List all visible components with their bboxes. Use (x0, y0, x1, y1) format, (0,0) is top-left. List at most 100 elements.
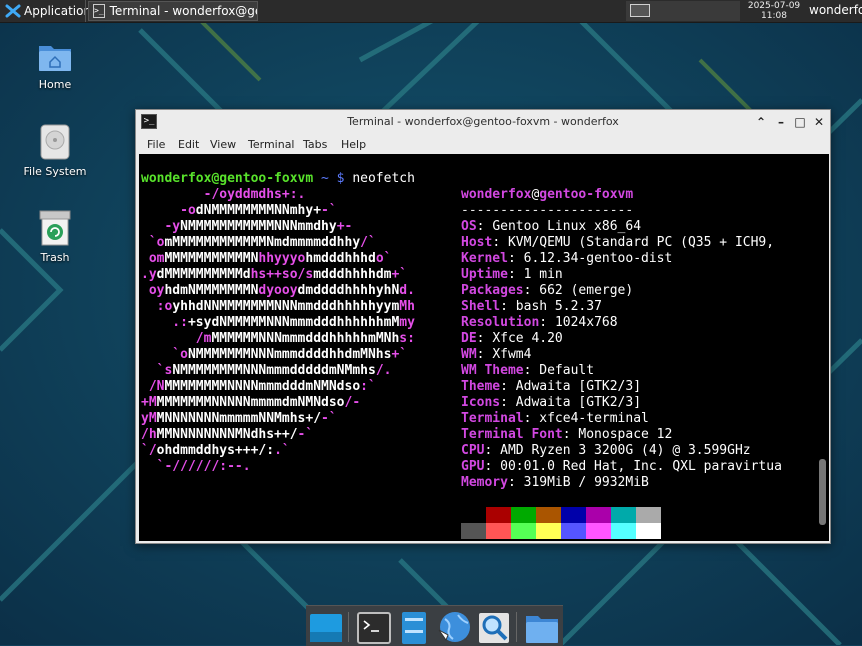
info-line: Packages: 662 (emerge) (461, 283, 633, 299)
prompt-user-host: wonderfox@gentoo-foxvm (141, 171, 314, 186)
info-value: Xfce 4.20 (492, 331, 563, 346)
logo-line: .:+sydNMMMMMNNNmmmdddhhhhhhmMmy (141, 315, 415, 331)
file-manager-icon (402, 612, 426, 644)
logo-segment: dmddddhhhhyhN (297, 283, 400, 298)
palette-swatch (536, 523, 561, 539)
dock-separator (348, 612, 349, 642)
menu-help[interactable]: Help (341, 138, 366, 151)
logo-segment: oy (141, 283, 165, 298)
chevron-up-icon[interactable]: ⌃ (753, 114, 769, 130)
info-key: Host (461, 235, 493, 250)
close-button[interactable]: ✕ (811, 114, 827, 130)
info-value: KVM/QEMU (Standard PC (Q35 + ICH9, (507, 235, 775, 250)
info-line: Memory: 319MiB / 9932MiB (461, 475, 649, 491)
dock-file-manager[interactable] (396, 610, 432, 646)
workspace-1[interactable] (630, 4, 650, 17)
logo-segment: +` (391, 347, 408, 362)
panel-separator (85, 0, 86, 22)
desktop-icon-home[interactable]: Home (10, 38, 100, 91)
workspace-switcher[interactable] (626, 1, 740, 21)
minimize-button[interactable]: – (773, 114, 789, 130)
terminal-output[interactable]: wonderfox@gentoo-foxvm ~ $ neofetch wond… (139, 154, 829, 541)
info-key: DE (461, 331, 477, 346)
logo-segment: dMMMMMMMMMMd (156, 267, 251, 282)
prompt-symbol: $ (336, 171, 345, 186)
terminal-window[interactable]: >_ Terminal - wonderfox@gentoo-foxvm - w… (135, 109, 831, 544)
dock-app-finder[interactable] (476, 610, 512, 646)
info-key: Packages (461, 283, 524, 298)
info-key: GPU (461, 459, 485, 474)
palette-swatch (611, 523, 636, 539)
info-line: Uptime: 1 min (461, 267, 563, 283)
logo-line: oyhdmNMMMMMMMNdyooydmddddhhhhyhNd. (141, 283, 415, 299)
info-colon: : (523, 283, 540, 298)
logo-segment: hdmNMMMMMMMN (164, 283, 259, 298)
logo-segment: .y (141, 267, 157, 282)
desktop-icon-label: File System (23, 165, 87, 178)
taskbar-terminal-button[interactable]: >_ Terminal - wonderfox@gen… (88, 1, 258, 21)
trash-icon (39, 210, 71, 246)
info-key: Theme (461, 379, 501, 394)
scrollbar-thumb[interactable] (819, 459, 826, 525)
logo-segment: /N (141, 379, 165, 394)
palette-swatch (611, 507, 636, 523)
info-key: Resolution (461, 315, 540, 330)
maximize-button[interactable]: □ (792, 114, 808, 130)
info-colon: : (492, 235, 508, 250)
desktop-icon-trash[interactable]: Trash (10, 209, 100, 264)
logo-segment: NMMMMMMMMMMMNNNmmdhy (180, 219, 337, 234)
palette-swatch (561, 523, 586, 539)
info-colon: : (507, 267, 524, 282)
logo-line: `/ohdmmddhys+++/:.` (141, 443, 290, 459)
palette-swatch (461, 507, 486, 523)
clock-time: 11:08 (761, 11, 787, 21)
menu-view[interactable]: View (210, 138, 236, 151)
home-folder-icon (39, 46, 71, 71)
clock[interactable]: 2025-07-09 11:08 (742, 1, 806, 21)
menu-bar: File Edit View Terminal Tabs Help (136, 134, 830, 154)
dock-web-browser[interactable] (436, 610, 472, 646)
info-colon: : (484, 459, 501, 474)
logo-segment: /m (141, 331, 212, 346)
logo-segment: d. (399, 283, 415, 298)
info-colon: : (507, 475, 524, 490)
prompt-command: neofetch (344, 171, 415, 186)
info-line: OS: Gentoo Linux x86_64 (461, 219, 641, 235)
info-key: Shell (461, 299, 501, 314)
logo-segment: +M (141, 395, 157, 410)
info-line: WM Theme: Default (461, 363, 594, 379)
menu-file[interactable]: File (147, 138, 165, 151)
logo-line: :oyhhdNNMMMMMMMNNNmmdddhhhhhyymMh (141, 299, 415, 315)
info-key: Terminal Font (461, 427, 563, 442)
info-colon: : (476, 347, 493, 362)
info-value: Gentoo Linux x86_64 (492, 219, 642, 234)
menu-tabs[interactable]: Tabs (303, 138, 327, 151)
logo-segment: `/ (141, 443, 157, 458)
dock-show-desktop[interactable] (308, 610, 344, 646)
desktop-icon-filesystem[interactable]: File System (10, 123, 100, 178)
logo-segment: -` (321, 411, 337, 426)
logo-segment: `s (141, 363, 173, 378)
info-value: Adwaita [GTK2/3] (515, 395, 642, 410)
logo-segment: o` (375, 251, 392, 266)
logo-segment: MMMMMMNNNmmmdddhhhhhmMNh (211, 331, 400, 346)
logo-segment: MMMMMMMNNNNNmmmmdmNMNdso (156, 395, 345, 410)
info-key: WM Theme (461, 363, 524, 378)
dock-folder[interactable] (524, 610, 560, 646)
desktop-icon-label: Home (38, 78, 72, 91)
logo-segment: :o (141, 299, 173, 314)
info-value: bash 5.2.37 (515, 299, 602, 314)
info-key: OS (461, 219, 477, 234)
logo-segment: +sydNMMMMMNNNmmmdddhhhhhhmM (187, 315, 400, 330)
menu-edit[interactable]: Edit (178, 138, 199, 151)
info-line: Terminal: xfce4-terminal (461, 411, 649, 427)
logo-segment: NMMMMMMMMNNNmmmdddddmNMmhs (172, 363, 376, 378)
window-titlebar[interactable]: >_ Terminal - wonderfox@gentoo-foxvm - w… (136, 110, 830, 134)
menu-terminal[interactable]: Terminal (248, 138, 295, 151)
logo-segment: /- (344, 395, 361, 410)
dock-terminal[interactable] (356, 610, 392, 646)
info-value: 1024x768 (554, 315, 618, 330)
user-menu-button[interactable]: wonderfox (809, 3, 862, 17)
logo-segment: -o (141, 203, 196, 218)
logo-segment: -y (141, 219, 181, 234)
